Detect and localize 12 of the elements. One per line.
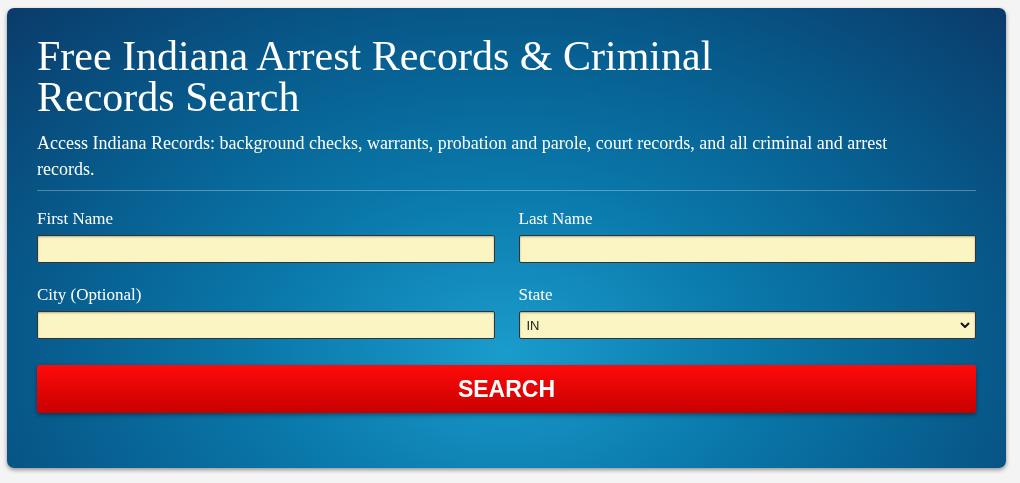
field-label: State <box>518 284 554 306</box>
input-field[interactable] <box>37 311 495 339</box>
field-label: Last Name <box>518 208 594 230</box>
state-select[interactable]: IN <box>518 311 976 339</box>
page-title: Free Indiana Arrest Records & Criminal Records Search <box>37 36 714 118</box>
input-field[interactable] <box>518 235 976 263</box>
input-field[interactable] <box>37 235 495 263</box>
caret-icon <box>960 322 970 328</box>
search-button[interactable]: SEARCH <box>37 365 976 413</box>
description-text: Access Indiana Records: background checks, warrants, probation and parole, court records, and all criminal and arrest records. <box>37 132 889 181</box>
field-label: City (Optional) <box>37 284 143 306</box>
field-label: First Name <box>37 208 115 230</box>
